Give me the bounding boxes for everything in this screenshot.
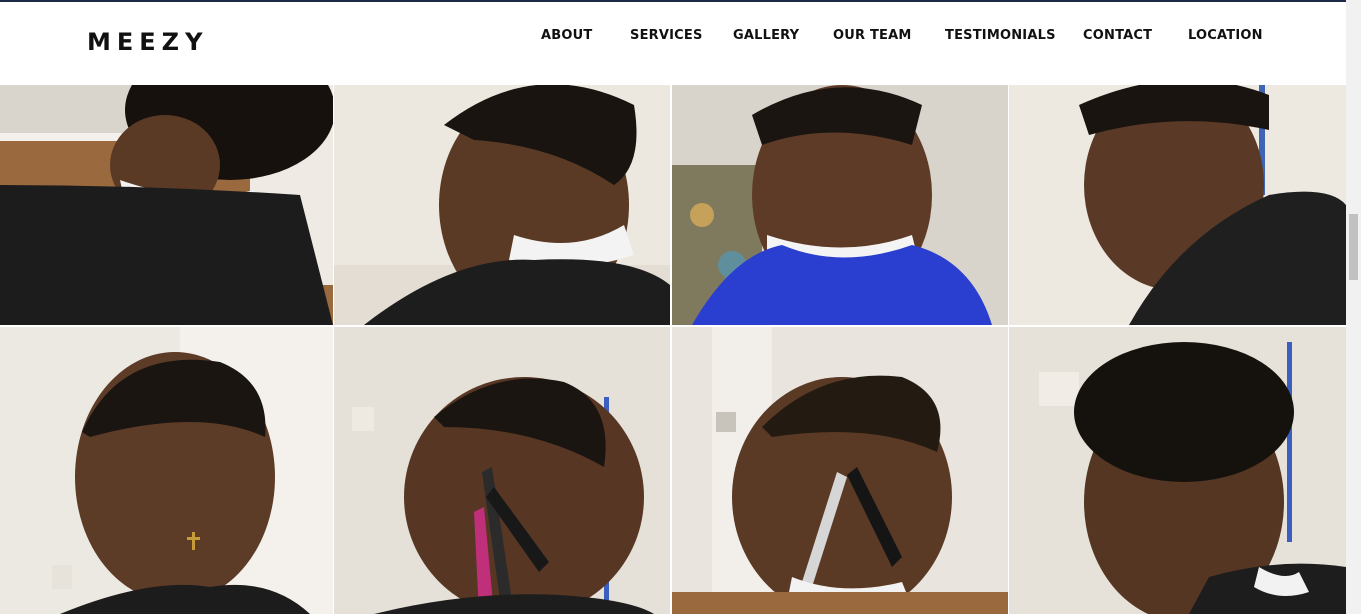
haircut-photo-back-of-head [0,85,333,325]
nav-item-contact[interactable]: CONTACT [1083,28,1152,43]
haircut-photo-side-profile-fade [334,85,670,325]
nav-item-testimonials[interactable]: TESTIMONIALS [945,28,1056,43]
scrollbar-thumb[interactable] [1349,214,1358,280]
haircut-photo-razor-lineup-2 [672,327,1008,614]
gallery-photo[interactable] [334,327,670,614]
haircut-photo-teen-profile [1009,85,1346,325]
haircut-photo-curly-top-profile [1009,327,1346,614]
nav-item-about[interactable]: ABOUT [541,28,592,43]
page-scrollbar[interactable] [1346,0,1361,614]
photo-gallery [0,85,1346,614]
nav-item-gallery[interactable]: GALLERY [733,28,799,43]
nav-item-location[interactable]: LOCATION [1188,28,1263,43]
nav-item-services[interactable]: SERVICES [630,28,703,43]
gallery-photo[interactable] [1009,327,1346,614]
main-nav: ABOUT SERVICES GALLERY OUR TEAM TESTIMON… [0,28,1346,48]
gallery-photo[interactable] [334,85,670,325]
gallery-photo[interactable] [0,85,333,325]
gallery-photo[interactable] [672,85,1008,325]
gallery-photo[interactable] [672,327,1008,614]
site-header: MEEZY ABOUT SERVICES GALLERY OUR TEAM TE… [0,2,1346,85]
gallery-photo[interactable] [1009,85,1346,325]
haircut-photo-boy-blue-cape [672,85,1008,325]
haircut-photo-razor-lineup [334,327,670,614]
nav-item-our-team[interactable]: OUR TEAM [833,28,912,43]
haircut-photo-front-view-fade [0,327,333,614]
gallery-photo[interactable] [0,327,333,614]
